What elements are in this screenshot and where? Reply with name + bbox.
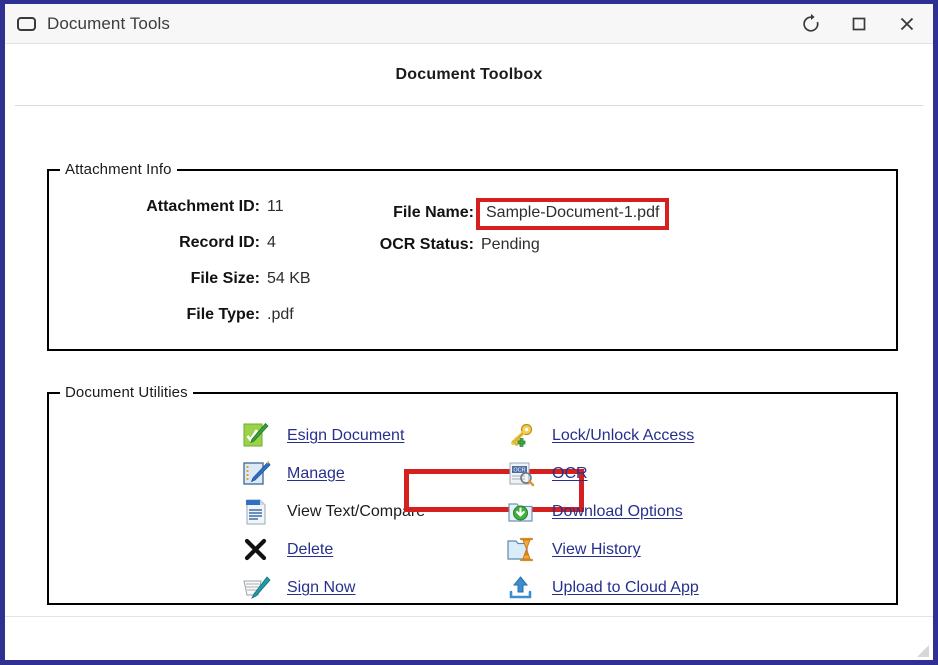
field-label: OCR Status: — [379, 236, 474, 253]
document-utilities-section: Document Utilities Esign Document Manage… — [47, 384, 898, 605]
field-label: File Name: — [393, 204, 474, 221]
signature-pen-icon — [239, 572, 273, 604]
field-value: .pdf — [267, 306, 294, 323]
utility-label[interactable]: Manage — [287, 465, 345, 483]
utilities-right-column: Lock/Unlock Access OCR OCR Download Opti… — [504, 417, 699, 607]
main-content: Document Toolbox Attachment Info Attachm… — [5, 44, 933, 616]
attachment-info-legend: Attachment Info — [65, 161, 172, 178]
ocr-scan-icon: OCR — [504, 458, 538, 490]
page-title: Document Toolbox — [395, 66, 543, 83]
utility-label[interactable]: Upload to Cloud App — [552, 579, 699, 597]
field-label: File Type: — [186, 306, 261, 323]
utility-ocr[interactable]: OCR OCR — [504, 455, 699, 493]
utility-lock-unlock-access[interactable]: Lock/Unlock Access — [504, 417, 699, 455]
field-file-name: File Name: Sample-Document-1.pdf — [371, 198, 801, 232]
maximize-button[interactable] — [835, 4, 883, 44]
utility-sign-now[interactable]: Sign Now — [239, 569, 425, 607]
text-document-icon — [239, 496, 273, 528]
utility-label[interactable]: View History — [552, 541, 641, 559]
utility-label[interactable]: OCR — [552, 465, 588, 483]
utility-esign-document[interactable]: Esign Document — [239, 417, 425, 455]
history-hourglass-icon — [504, 534, 538, 566]
application-window: Document Tools Document Toolbox Attachme… — [0, 0, 938, 665]
upload-arrow-icon — [504, 572, 538, 604]
utility-label[interactable]: Download Options — [552, 503, 683, 521]
field-label: File Size: — [190, 270, 260, 287]
blue-note-pencil-icon — [239, 458, 273, 490]
utility-label[interactable]: Esign Document — [287, 427, 404, 445]
utility-download-options[interactable]: Download Options — [504, 493, 699, 531]
utility-manage[interactable]: Manage — [239, 455, 425, 493]
key-icon — [504, 420, 538, 452]
utility-label[interactable]: View Text/Compare — [287, 503, 425, 521]
attachment-info-left-column: Attachment ID: 11 Record ID: 4 File Size… — [49, 198, 389, 342]
utility-delete[interactable]: Delete — [239, 531, 425, 569]
utility-label[interactable]: Sign Now — [287, 579, 355, 597]
utility-label[interactable]: Lock/Unlock Access — [552, 427, 694, 445]
field-value-highlighted: Sample-Document-1.pdf — [476, 198, 670, 230]
status-bar — [5, 616, 933, 660]
green-note-pencil-icon — [239, 420, 273, 452]
document-utilities-legend: Document Utilities — [65, 384, 188, 401]
field-ocr-status: OCR Status: Pending — [371, 236, 801, 260]
attachment-info-grid: Attachment ID: 11 Record ID: 4 File Size… — [49, 178, 896, 349]
document-utilities-grid: Esign Document Manage View Text/Compare … — [49, 401, 896, 603]
field-value: 4 — [267, 234, 276, 251]
refresh-button[interactable] — [787, 4, 835, 44]
field-value: Pending — [481, 236, 540, 253]
field-file-type: File Type: .pdf — [49, 306, 389, 330]
utility-view-history[interactable]: View History — [504, 531, 699, 569]
field-record-id: Record ID: 4 — [49, 234, 389, 258]
field-label: Attachment ID: — [146, 198, 260, 215]
utility-view-text-compare[interactable]: View Text/Compare — [239, 493, 425, 531]
window-icon — [17, 16, 36, 31]
window-controls — [787, 4, 931, 44]
utility-upload-to-cloud-app[interactable]: Upload to Cloud App — [504, 569, 699, 607]
heading-divider — [15, 105, 923, 106]
black-x-icon — [239, 534, 273, 566]
utility-label[interactable]: Delete — [287, 541, 333, 559]
utilities-left-column: Esign Document Manage View Text/Compare … — [239, 417, 584, 607]
field-file-size: File Size: 54 KB — [49, 270, 389, 294]
field-value: 11 — [267, 198, 284, 215]
close-button[interactable] — [883, 4, 931, 44]
attachment-info-right-column: File Name: Sample-Document-1.pdf OCR Sta… — [371, 198, 801, 272]
field-value: 54 KB — [267, 270, 311, 287]
resize-grip-icon[interactable] — [914, 642, 930, 658]
field-label: Record ID: — [179, 234, 260, 251]
field-attachment-id: Attachment ID: 11 — [49, 198, 389, 222]
download-folder-icon — [504, 496, 538, 528]
title-bar: Document Tools — [5, 4, 933, 44]
attachment-info-section: Attachment Info Attachment ID: 11 Record… — [47, 161, 898, 351]
window-title: Document Tools — [47, 13, 170, 33]
